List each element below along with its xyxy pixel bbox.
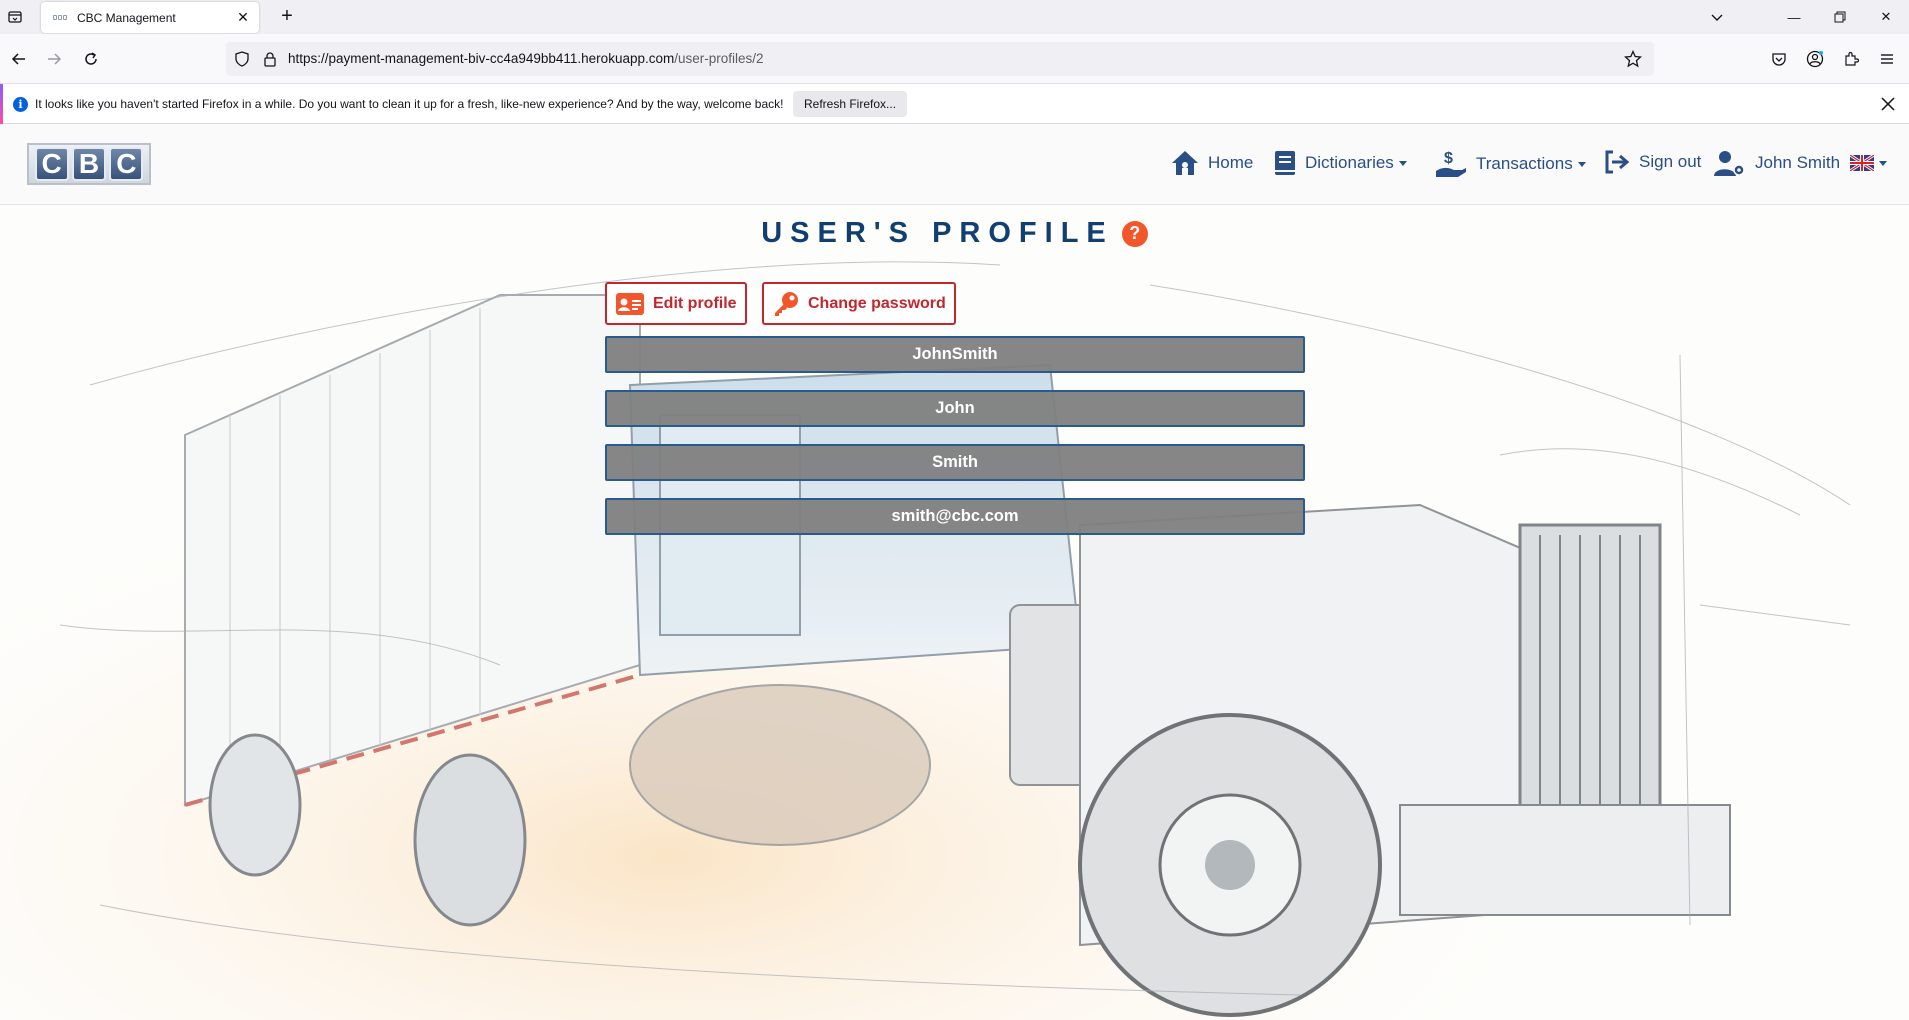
nav-user-menu[interactable]: John Smith	[1713, 149, 1888, 177]
close-tab-icon[interactable]: ✕	[231, 6, 255, 30]
id-card-icon	[616, 292, 644, 315]
tab-list-button[interactable]	[0, 2, 30, 32]
nav-sign-out-label: Sign out	[1639, 152, 1702, 171]
account-icon[interactable]	[1803, 47, 1827, 71]
bookmark-star-icon[interactable]	[1623, 49, 1643, 73]
change-password-button[interactable]: Change password	[762, 282, 956, 325]
browser-nav-bar: https://payment-management-biv-cc4a949bb…	[0, 34, 1909, 84]
cbc-logo[interactable]: C B C	[27, 143, 151, 185]
nav-home-label: Home	[1208, 153, 1254, 172]
url-path: /user-profiles/2	[674, 51, 764, 66]
uk-flag-icon	[1850, 155, 1875, 171]
url-text: https://payment-management-biv-cc4a949bb…	[288, 51, 764, 66]
tab-title: CBC Management	[77, 10, 176, 25]
chevron-down-icon[interactable]	[1705, 5, 1729, 29]
web-page: C B C Home Dictionaries $ Transactions S…	[0, 125, 1909, 1020]
info-icon: i	[13, 97, 28, 112]
nav-dictionaries[interactable]: Dictionaries	[1273, 149, 1407, 177]
menu-hamburger-icon[interactable]	[1875, 47, 1899, 71]
username-field: JohnSmith	[605, 336, 1305, 373]
nav-transactions-label: Transactions	[1476, 154, 1573, 173]
tracking-shield-icon[interactable]	[234, 51, 250, 72]
notification-bar: i It looks like you haven't started Fire…	[0, 84, 1909, 124]
extensions-icon[interactable]	[1839, 47, 1863, 71]
caret-down-icon	[1577, 161, 1586, 167]
browser-tab-active[interactable]: CBC Management ✕	[41, 2, 259, 33]
nav-home[interactable]: Home	[1170, 149, 1253, 177]
sign-out-icon	[1605, 150, 1630, 174]
forward-icon[interactable]	[42, 47, 66, 71]
key-icon	[775, 291, 798, 316]
reload-icon[interactable]	[79, 47, 103, 71]
lock-icon[interactable]	[263, 51, 277, 72]
site-favicon-icon	[53, 14, 69, 22]
truck-background-image	[0, 205, 1909, 1020]
user-settings-icon	[1714, 151, 1745, 176]
email-field: smith@cbc.com	[605, 498, 1305, 535]
last-name-field: Smith	[605, 444, 1305, 481]
edit-profile-label: Edit profile	[653, 294, 737, 312]
caret-down-icon	[1398, 160, 1407, 166]
browser-tab-bar: CBC Management ✕ + — ✕	[0, 0, 1909, 34]
nav-sign-out[interactable]: Sign out	[1603, 149, 1701, 175]
edit-profile-button[interactable]: Edit profile	[605, 282, 747, 325]
svg-text:$: $	[1444, 150, 1453, 167]
home-icon	[1172, 151, 1198, 175]
close-notification-icon[interactable]	[1877, 93, 1899, 115]
notification-text: It looks like you haven't started Firefo…	[35, 97, 784, 111]
nav-dictionaries-label: Dictionaries	[1305, 153, 1394, 172]
app-header: C B C Home Dictionaries $ Transactions S…	[0, 125, 1909, 205]
hand-coin-icon: $	[1436, 150, 1466, 177]
title-row: USER'S PROFILE?	[0, 217, 1909, 250]
nav-transactions[interactable]: $ Transactions	[1434, 149, 1586, 179]
logo-letter-c2: C	[109, 147, 144, 181]
pocket-icon[interactable]	[1767, 47, 1791, 71]
logo-letter-b: B	[71, 147, 106, 181]
address-bar[interactable]: https://payment-management-biv-cc4a949bb…	[226, 42, 1654, 76]
restore-icon[interactable]	[1817, 0, 1863, 34]
page-title: USER'S PROFILE	[761, 217, 1114, 249]
book-icon	[1275, 151, 1295, 175]
logo-letter-c: C	[34, 147, 69, 181]
help-icon[interactable]: ?	[1121, 220, 1148, 247]
url-host: https://payment-management-biv-cc4a949bb…	[288, 51, 675, 66]
new-tab-icon[interactable]: +	[275, 4, 299, 28]
first-name-field: John	[605, 390, 1305, 427]
minimize-icon[interactable]: —	[1771, 0, 1817, 34]
nav-user-label: John Smith	[1755, 153, 1841, 172]
change-password-label: Change password	[808, 294, 946, 312]
tab-list-icon	[8, 11, 22, 23]
refresh-firefox-button[interactable]: Refresh Firefox...	[793, 91, 908, 117]
back-icon[interactable]	[7, 47, 31, 71]
close-window-icon[interactable]: ✕	[1863, 0, 1909, 34]
caret-down-icon	[1879, 160, 1888, 166]
